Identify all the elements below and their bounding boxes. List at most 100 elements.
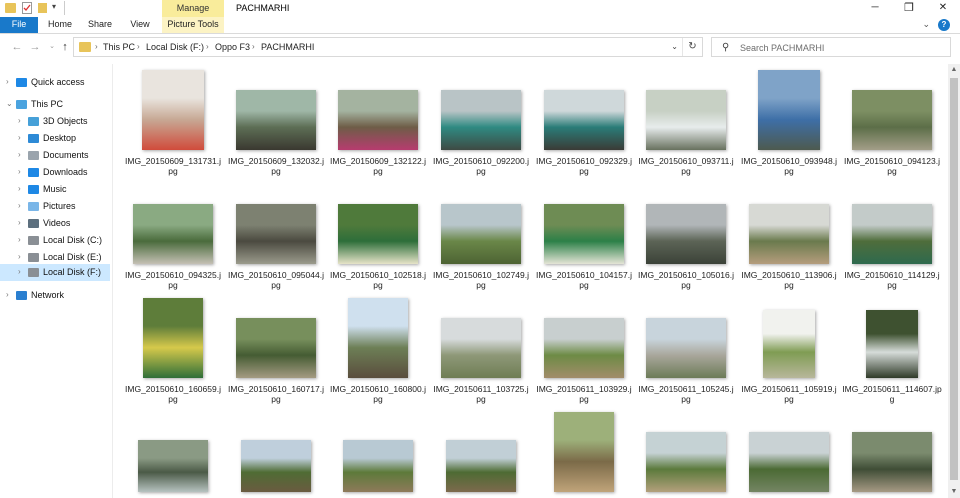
image-thumbnail[interactable] [866, 310, 918, 378]
nav-item-quick-access[interactable]: › Quick access [0, 74, 110, 91]
file-tile[interactable]: IMG_20150610_093948.jpg [739, 68, 839, 180]
file-tile[interactable]: IMG_20150610_102749.jpg [431, 182, 531, 294]
image-thumbnail[interactable] [446, 440, 516, 492]
file-tile[interactable]: IMG_20150609_132032.jpg [226, 68, 326, 180]
image-thumbnail[interactable] [441, 204, 521, 264]
chevron-right-icon[interactable]: › [18, 201, 21, 210]
image-thumbnail[interactable] [544, 204, 624, 264]
file-tile[interactable]: IMG_20150611_133440.jpg [431, 410, 531, 498]
nav-item-local-disk-c[interactable]: › Local Disk (C:) [0, 232, 110, 249]
file-tile[interactable]: IMG_20150611_105245.jpg [636, 296, 736, 408]
image-thumbnail[interactable] [236, 90, 316, 150]
chevron-right-icon[interactable]: › [6, 290, 9, 299]
file-tile[interactable]: IMG_20150611_141046.jpg [534, 410, 634, 498]
chevron-right-icon[interactable]: › [18, 116, 21, 125]
nav-item-music[interactable]: › Music [0, 181, 110, 198]
image-thumbnail[interactable] [646, 318, 726, 378]
file-tile[interactable]: IMG_20150611_114607.jpg [842, 296, 942, 408]
image-thumbnail[interactable] [758, 70, 820, 150]
nav-item-3d-objects[interactable]: › 3D Objects [0, 113, 110, 130]
image-thumbnail[interactable] [138, 440, 208, 492]
breadcrumb-oppo-f3[interactable]: Oppo F3 [215, 42, 250, 52]
image-thumbnail[interactable] [142, 70, 204, 150]
tab-file[interactable]: File [0, 17, 38, 33]
file-tile[interactable]: IMG_20150610_092329.jpg [534, 68, 634, 180]
file-tile[interactable]: IMG_20150611_142549.jpg [739, 410, 839, 498]
expanded-chevron-icon[interactable]: ⌄ [6, 99, 13, 108]
image-thumbnail[interactable] [441, 318, 521, 378]
nav-item-local-disk-f[interactable]: › Local Disk (F:) [0, 264, 110, 281]
file-list[interactable]: IMG_20150609_131731.jpg IMG_20150609_1320… [113, 64, 948, 498]
file-tile[interactable]: IMG_20150611_143145.jpg [842, 410, 942, 498]
file-tile[interactable]: IMG_20150610_092200.jpg [431, 68, 531, 180]
file-tile[interactable]: IMG_20150611_133313.jpg [226, 410, 326, 498]
image-thumbnail[interactable] [133, 204, 213, 264]
chevron-right-icon[interactable]: › [18, 150, 21, 159]
back-arrow-icon[interactable]: ← [10, 39, 24, 55]
chevron-right-icon[interactable]: › [18, 267, 21, 276]
tab-view[interactable]: View [124, 17, 156, 33]
file-tile[interactable]: IMG_20150610_094123.jpg [842, 68, 942, 180]
navigation-pane[interactable]: › Quick access ⌄ This PC › 3D Objects › Desktop… [0, 64, 112, 498]
breadcrumb-pachmarhi[interactable]: PACHMARHI [261, 42, 314, 52]
nav-item-videos[interactable]: › Videos [0, 215, 110, 232]
tab-home[interactable]: Home [44, 17, 76, 33]
image-thumbnail[interactable] [343, 440, 413, 492]
recent-locations-icon[interactable]: ⌄ [45, 39, 59, 55]
chevron-right-icon[interactable]: › [18, 218, 21, 227]
search-box[interactable]: ⚲ Search PACHMARHI [711, 37, 951, 57]
image-thumbnail[interactable] [241, 440, 311, 492]
nav-item-desktop[interactable]: › Desktop [0, 130, 110, 147]
image-thumbnail[interactable] [544, 318, 624, 378]
address-bar[interactable]: › This PC › Local Disk (F:) › Oppo F3 › … [73, 37, 703, 57]
file-tile[interactable]: IMG_20150610_160800.jpg [328, 296, 428, 408]
chevron-right-icon[interactable]: › [18, 235, 21, 244]
scrollbar-thumb[interactable] [950, 78, 958, 480]
image-thumbnail[interactable] [646, 90, 726, 150]
breadcrumb-local-disk-f[interactable]: Local Disk (F:) [146, 42, 204, 52]
vertical-scrollbar[interactable]: ▲ ▼ [948, 64, 960, 498]
chevron-right-icon[interactable]: › [6, 77, 9, 86]
forward-arrow-icon[interactable]: → [28, 39, 42, 55]
file-tile[interactable]: IMG_20150610_160659.jpg [123, 296, 223, 408]
image-thumbnail[interactable] [749, 432, 829, 492]
breadcrumb-this-pc[interactable]: This PC [103, 42, 135, 52]
nav-item-this-pc[interactable]: ⌄ This PC [0, 96, 110, 113]
nav-item-pictures[interactable]: › Pictures [0, 198, 110, 215]
nav-item-network[interactable]: › Network [0, 287, 110, 304]
collapse-ribbon-icon[interactable]: ⌄ [922, 19, 930, 30]
file-tile[interactable]: IMG_20150610_114129.jpg [842, 182, 942, 294]
file-tile[interactable]: IMG_20150611_105919.jpg [739, 296, 839, 408]
image-thumbnail[interactable] [236, 204, 316, 264]
file-tile[interactable]: IMG_20150611_103929.jpg [534, 296, 634, 408]
image-thumbnail[interactable] [852, 90, 932, 150]
file-tile[interactable]: IMG_20150611_133356.jpg [328, 410, 428, 498]
tab-picture-tools[interactable]: Picture Tools [162, 17, 224, 33]
chevron-right-icon[interactable]: › [18, 167, 21, 176]
image-thumbnail[interactable] [348, 298, 408, 378]
scroll-down-arrow-icon[interactable]: ▼ [948, 486, 960, 498]
image-thumbnail[interactable] [338, 90, 418, 150]
file-tile[interactable]: IMG_20150611_103725.jpg [431, 296, 531, 408]
scroll-up-arrow-icon[interactable]: ▲ [948, 64, 960, 76]
chevron-right-icon[interactable]: › [18, 133, 21, 142]
image-thumbnail[interactable] [544, 90, 624, 150]
image-thumbnail[interactable] [852, 204, 932, 264]
file-tile[interactable]: IMG_20150610_160717.jpg [226, 296, 326, 408]
image-thumbnail[interactable] [441, 90, 521, 150]
image-thumbnail[interactable] [646, 204, 726, 264]
file-tile[interactable]: IMG_20150610_102518.jpg [328, 182, 428, 294]
refresh-icon[interactable]: ↻ [682, 38, 702, 56]
file-tile[interactable]: IMG_20150609_131731.jpg [123, 68, 223, 180]
file-tile[interactable]: IMG_20150610_104157.jpg [534, 182, 634, 294]
nav-item-documents[interactable]: › Documents [0, 147, 110, 164]
file-tile[interactable]: IMG_20150609_132122.jpg [328, 68, 428, 180]
tab-share[interactable]: Share [84, 17, 116, 33]
image-thumbnail[interactable] [749, 204, 829, 264]
file-tile[interactable]: IMG_20150611_124912.jpg [123, 410, 223, 498]
image-thumbnail[interactable] [338, 204, 418, 264]
address-dropdown-icon[interactable]: ⌄ [671, 42, 678, 51]
image-thumbnail[interactable] [763, 310, 815, 378]
file-tile[interactable]: IMG_20150610_094325.jpg [123, 182, 223, 294]
up-arrow-icon[interactable]: ↑ [58, 39, 72, 55]
